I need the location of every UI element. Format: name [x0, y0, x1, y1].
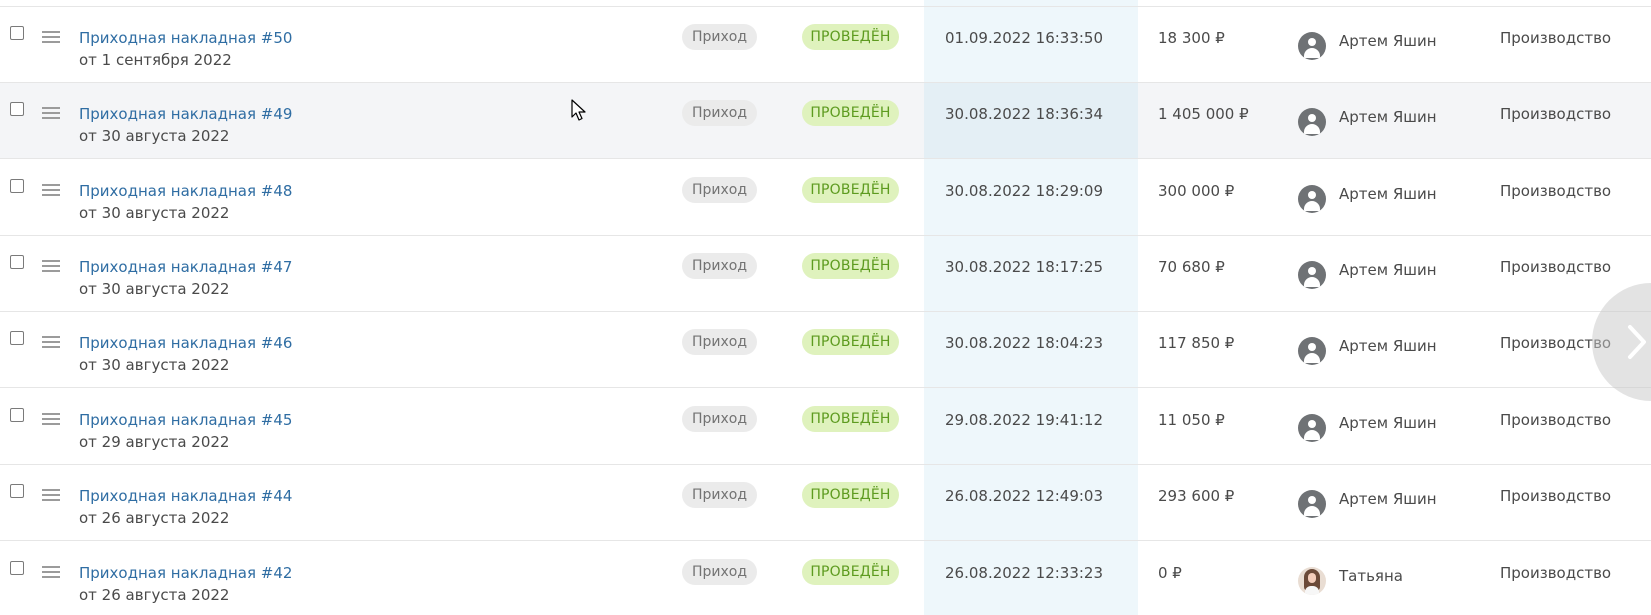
table-row[interactable]: Приходная накладная #48 от 30 августа 202…: [0, 160, 1651, 236]
drag-handle-icon[interactable]: [42, 413, 60, 427]
document-date: 30.08.2022 18:04:23: [945, 334, 1104, 352]
row-checkbox[interactable]: [10, 484, 24, 498]
documents-table: Приходная накладная #50 от 1 сентября 202…: [0, 0, 1651, 615]
type-badge: Приход: [682, 482, 757, 508]
status-badge: ПРОВЕДЁН: [802, 329, 899, 355]
document-amount: 117 850 ₽: [1158, 334, 1235, 352]
type-badge: Приход: [682, 329, 757, 355]
document-title-link[interactable]: Приходная накладная #42: [79, 564, 292, 582]
drag-handle-icon[interactable]: [42, 107, 60, 121]
row-checkbox[interactable]: [10, 408, 24, 422]
warehouse-name: Производство: [1500, 411, 1612, 429]
table-row[interactable]: Приходная накладная #49 от 30 августа 202…: [0, 83, 1651, 159]
document-title-link[interactable]: Приходная накладная #48: [79, 182, 292, 200]
document-date: 30.08.2022 18:36:34: [945, 105, 1104, 123]
document-amount: 18 300 ₽: [1158, 29, 1225, 47]
table-row[interactable]: Приходная накладная #44 от 26 августа 202…: [0, 465, 1651, 541]
status-badge: ПРОВЕДЁН: [802, 253, 899, 279]
warehouse-name: Производство: [1500, 105, 1612, 123]
document-subtitle: от 29 августа 2022: [79, 433, 230, 451]
document-title-link[interactable]: Приходная накладная #44: [79, 487, 292, 505]
document-date: 01.09.2022 16:33:50: [945, 29, 1104, 47]
author-name: Артем Яшин: [1339, 490, 1437, 508]
status-badge: ПРОВЕДЁН: [802, 482, 899, 508]
user-avatar-icon: [1298, 414, 1326, 442]
document-amount: 11 050 ₽: [1158, 411, 1225, 429]
author-name: Артем Яшин: [1339, 32, 1437, 50]
user-avatar-icon: [1298, 185, 1326, 213]
row-checkbox[interactable]: [10, 331, 24, 345]
author-name: Артем Яшин: [1339, 337, 1437, 355]
document-amount: 0 ₽: [1158, 564, 1182, 582]
status-badge: ПРОВЕДЁН: [802, 559, 899, 585]
warehouse-name: Производство: [1500, 258, 1612, 276]
chevron-right-icon: [1628, 325, 1646, 359]
type-badge: Приход: [682, 559, 757, 585]
document-date: 30.08.2022 18:29:09: [945, 182, 1104, 200]
row-checkbox[interactable]: [10, 255, 24, 269]
drag-handle-icon[interactable]: [42, 260, 60, 274]
user-avatar-icon: [1298, 261, 1326, 289]
author-name: Артем Яшин: [1339, 108, 1437, 126]
table-row[interactable]: Приходная накладная #47 от 30 августа 202…: [0, 236, 1651, 312]
warehouse-name: Производство: [1500, 29, 1612, 47]
document-subtitle: от 30 августа 2022: [79, 127, 230, 145]
document-title-link[interactable]: Приходная накладная #47: [79, 258, 292, 276]
status-badge: ПРОВЕДЁН: [802, 177, 899, 203]
document-amount: 1 405 000 ₽: [1158, 105, 1249, 123]
document-amount: 293 600 ₽: [1158, 487, 1235, 505]
document-title-link[interactable]: Приходная накладная #45: [79, 411, 292, 429]
user-avatar: [1298, 567, 1326, 595]
user-avatar-icon: [1298, 32, 1326, 60]
author-name: Татьяна: [1339, 567, 1403, 585]
drag-handle-icon[interactable]: [42, 184, 60, 198]
status-badge: ПРОВЕДЁН: [802, 100, 899, 126]
document-date: 29.08.2022 19:41:12: [945, 411, 1104, 429]
document-amount: 300 000 ₽: [1158, 182, 1235, 200]
status-badge: ПРОВЕДЁН: [802, 24, 899, 50]
document-title-link[interactable]: Приходная накладная #50: [79, 29, 292, 47]
type-badge: Приход: [682, 177, 757, 203]
status-badge: ПРОВЕДЁН: [802, 406, 899, 432]
document-title-link[interactable]: Приходная накладная #49: [79, 105, 292, 123]
table-row[interactable]: Приходная накладная #50 от 1 сентября 202…: [0, 7, 1651, 83]
warehouse-name: Производство: [1500, 564, 1612, 582]
author-name: Артем Яшин: [1339, 261, 1437, 279]
row-checkbox[interactable]: [10, 102, 24, 116]
document-date: 26.08.2022 12:33:23: [945, 564, 1104, 582]
document-title-link[interactable]: Приходная накладная #46: [79, 334, 292, 352]
user-avatar-icon: [1298, 490, 1326, 518]
user-avatar-icon: [1298, 337, 1326, 365]
row-checkbox[interactable]: [10, 179, 24, 193]
drag-handle-icon[interactable]: [42, 31, 60, 45]
document-amount: 70 680 ₽: [1158, 258, 1225, 276]
document-date: 26.08.2022 12:49:03: [945, 487, 1104, 505]
table-row[interactable]: Приходная накладная #46 от 30 августа 202…: [0, 312, 1651, 388]
type-badge: Приход: [682, 100, 757, 126]
drag-handle-icon[interactable]: [42, 489, 60, 503]
author-name: Артем Яшин: [1339, 185, 1437, 203]
user-avatar-icon: [1298, 108, 1326, 136]
author-name: Артем Яшин: [1339, 414, 1437, 432]
row-checkbox[interactable]: [10, 26, 24, 40]
document-subtitle: от 1 сентября 2022: [79, 51, 232, 69]
table-row[interactable]: Приходная накладная #42 от 26 августа 202…: [0, 542, 1651, 615]
document-subtitle: от 26 августа 2022: [79, 509, 230, 527]
document-date: 30.08.2022 18:17:25: [945, 258, 1104, 276]
document-subtitle: от 30 августа 2022: [79, 280, 230, 298]
document-subtitle: от 30 августа 2022: [79, 356, 230, 374]
row-checkbox[interactable]: [10, 561, 24, 575]
document-subtitle: от 30 августа 2022: [79, 204, 230, 222]
warehouse-name: Производство: [1500, 487, 1612, 505]
type-badge: Приход: [682, 253, 757, 279]
document-subtitle: от 26 августа 2022: [79, 586, 230, 604]
type-badge: Приход: [682, 24, 757, 50]
warehouse-name: Производство: [1500, 182, 1612, 200]
type-badge: Приход: [682, 406, 757, 432]
table-row[interactable]: Приходная накладная #45 от 29 августа 202…: [0, 389, 1651, 465]
drag-handle-icon[interactable]: [42, 336, 60, 350]
drag-handle-icon[interactable]: [42, 566, 60, 580]
